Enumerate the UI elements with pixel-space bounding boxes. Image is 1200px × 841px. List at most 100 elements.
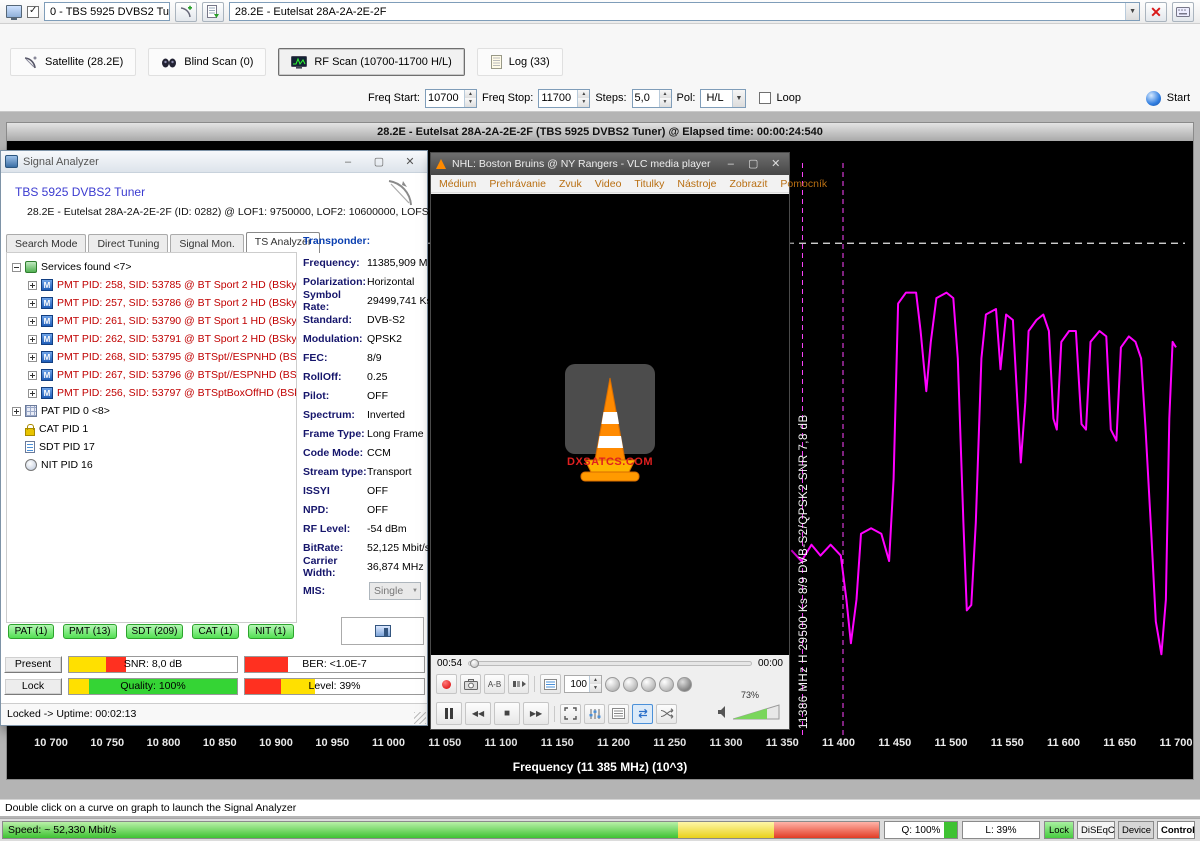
signal-analyzer-titlebar[interactable]: Signal Analyzer – ▢ ✕	[1, 151, 427, 173]
tree-item-service[interactable]: M PMT PID: 261, SID: 53790 @ BT Sport 1 …	[28, 312, 296, 330]
tree-item[interactable]: SDT PID 17	[12, 438, 296, 456]
diseqc-button[interactable]: DiSEqC	[1077, 821, 1115, 839]
vlc-menu-item[interactable]: Video	[595, 178, 622, 190]
knob-button[interactable]	[641, 677, 656, 692]
spin-up-icon[interactable]: ▲	[660, 90, 671, 99]
loop-button[interactable]	[632, 704, 653, 724]
spectrum-curve[interactable]	[791, 293, 1176, 655]
lock-button[interactable]: Lock	[4, 678, 62, 695]
tab-log[interactable]: Log (33)	[477, 48, 563, 76]
volume-slider[interactable]	[733, 704, 783, 720]
vlc-menu-item[interactable]: Nástroje	[677, 178, 716, 190]
collapse-icon[interactable]	[12, 263, 21, 272]
frame-by-frame-button[interactable]	[508, 674, 529, 694]
tab-signal-mon[interactable]: Signal Mon.	[170, 234, 243, 252]
vlc-menu-item[interactable]: Pomocník	[780, 178, 827, 190]
device-box[interactable]	[341, 617, 424, 645]
vlc-window[interactable]: NHL: Boston Bruins @ NY Rangers - VLC me…	[430, 152, 790, 730]
spin-down-icon[interactable]: ▼	[590, 684, 601, 692]
close-application-button[interactable]: ✕	[1145, 2, 1167, 22]
tree-item-service[interactable]: M PMT PID: 256, SID: 53797 @ BTSptBoxOff…	[28, 384, 296, 402]
tab-search-mode[interactable]: Search Mode	[6, 234, 86, 252]
next-button[interactable]: ▶▶	[523, 702, 549, 725]
spin-up-icon[interactable]: ▲	[578, 90, 589, 99]
vlc-menu-item[interactable]: Médium	[439, 178, 476, 190]
spin-down-icon[interactable]: ▼	[578, 98, 589, 107]
knob-button[interactable]	[623, 677, 638, 692]
tuner-enabled-checkbox[interactable]	[27, 6, 39, 18]
record-button[interactable]	[436, 674, 457, 694]
freq-stop-arrows[interactable]: ▲▼	[577, 90, 589, 107]
keyboard-button[interactable]	[1172, 2, 1194, 22]
mis-select[interactable]: Single ▼	[369, 582, 421, 600]
pid-count-badge[interactable]: CAT (1)	[192, 624, 238, 639]
expand-icon[interactable]	[28, 353, 37, 362]
spin-down-icon[interactable]: ▼	[660, 98, 671, 107]
expand-icon[interactable]	[28, 335, 37, 344]
expand-icon[interactable]	[28, 281, 37, 290]
playlist-button[interactable]	[540, 674, 561, 694]
edit-list-button[interactable]	[202, 2, 224, 22]
start-button[interactable]: Start	[1167, 92, 1190, 104]
pid-count-badge[interactable]: PAT (1)	[8, 624, 54, 639]
freq-start-input[interactable]	[426, 90, 464, 107]
tuner-select[interactable]: 0 - TBS 5925 DVBS2 Tuner ▼	[44, 2, 170, 21]
spin-up-icon[interactable]: ▲	[590, 676, 601, 684]
vlc-titlebar[interactable]: NHL: Boston Bruins @ NY Rangers - VLC me…	[431, 153, 789, 175]
seek-handle[interactable]	[470, 659, 479, 668]
device-button[interactable]: Device	[1118, 821, 1154, 839]
knob-button[interactable]	[677, 677, 692, 692]
vlc-video-area[interactable]: DXSATCS.COM	[431, 194, 789, 655]
maximize-button[interactable]: ▢	[745, 154, 762, 174]
spin-up-icon[interactable]: ▲	[465, 90, 476, 99]
minimize-button[interactable]: –	[723, 154, 740, 174]
resize-grip[interactable]	[414, 712, 426, 724]
vlc-menu-item[interactable]: Titulky	[634, 178, 664, 190]
stop-button[interactable]: ■	[494, 702, 520, 725]
tree-item-service[interactable]: M PMT PID: 267, SID: 53796 @ BTSpt//ESPN…	[28, 366, 296, 384]
chevron-down-icon[interactable]: ▼	[1125, 3, 1139, 20]
tab-rf-scan[interactable]: RF Scan (10700-11700 H/L)	[278, 48, 464, 76]
effects-button[interactable]	[584, 704, 605, 724]
seek-slider[interactable]	[468, 661, 752, 666]
tab-satellite[interactable]: Satellite (28.2E)	[10, 48, 136, 76]
maximize-button[interactable]: ▢	[366, 152, 392, 172]
fullscreen-button[interactable]	[560, 704, 581, 724]
expand-icon[interactable]	[28, 299, 37, 308]
expand-icon[interactable]	[28, 317, 37, 326]
pid-count-badge[interactable]: NIT (1)	[248, 624, 294, 639]
close-button[interactable]: ✕	[397, 152, 423, 172]
expand-icon[interactable]	[28, 371, 37, 380]
freq-stop-input[interactable]	[539, 90, 577, 107]
freq-start-arrows[interactable]: ▲▼	[464, 90, 476, 107]
steps-input[interactable]	[633, 90, 659, 107]
tree-item-service[interactable]: M PMT PID: 268, SID: 53795 @ BTSpt//ESPN…	[28, 348, 296, 366]
tab-blind-scan[interactable]: Blind Scan (0)	[148, 48, 266, 76]
tree-item-service[interactable]: M PMT PID: 258, SID: 53785 @ BT Sport 2 …	[28, 276, 296, 294]
lock-indicator-button[interactable]: Lock	[1044, 821, 1074, 839]
present-button[interactable]: Present	[4, 656, 62, 673]
pol-select[interactable]: H/L ▼	[700, 89, 746, 108]
vlc-menu-item[interactable]: Prehrávanie	[489, 178, 546, 190]
tree-item[interactable]: CAT PID 1	[12, 420, 296, 438]
chevron-down-icon[interactable]: ▼	[732, 90, 746, 107]
vlc-menu-item[interactable]: Zvuk	[559, 178, 582, 190]
close-button[interactable]: ✕	[768, 154, 785, 174]
minimize-button[interactable]: –	[335, 152, 361, 172]
tree-item-service[interactable]: M PMT PID: 257, SID: 53786 @ BT Sport 2 …	[28, 294, 296, 312]
expand-icon[interactable]	[28, 389, 37, 398]
shuffle-button[interactable]	[656, 704, 677, 724]
ab-loop-button[interactable]: A-B	[484, 674, 505, 694]
tree-item-service[interactable]: M PMT PID: 262, SID: 53791 @ BT Sport 2 …	[28, 330, 296, 348]
loop-checkbox[interactable]	[759, 92, 771, 104]
add-transponder-button[interactable]	[175, 2, 197, 22]
control-button[interactable]: Control 0	[1157, 821, 1195, 839]
rate-input[interactable]	[565, 676, 589, 692]
pause-button[interactable]	[436, 702, 462, 725]
pid-count-badge[interactable]: PMT (13)	[63, 624, 117, 639]
knob-button[interactable]	[605, 677, 620, 692]
tree-item[interactable]: NIT PID 16	[12, 456, 296, 474]
show-playlist-button[interactable]	[608, 704, 629, 724]
pid-count-badge[interactable]: SDT (209)	[126, 624, 184, 639]
steps-arrows[interactable]: ▲▼	[659, 90, 671, 107]
